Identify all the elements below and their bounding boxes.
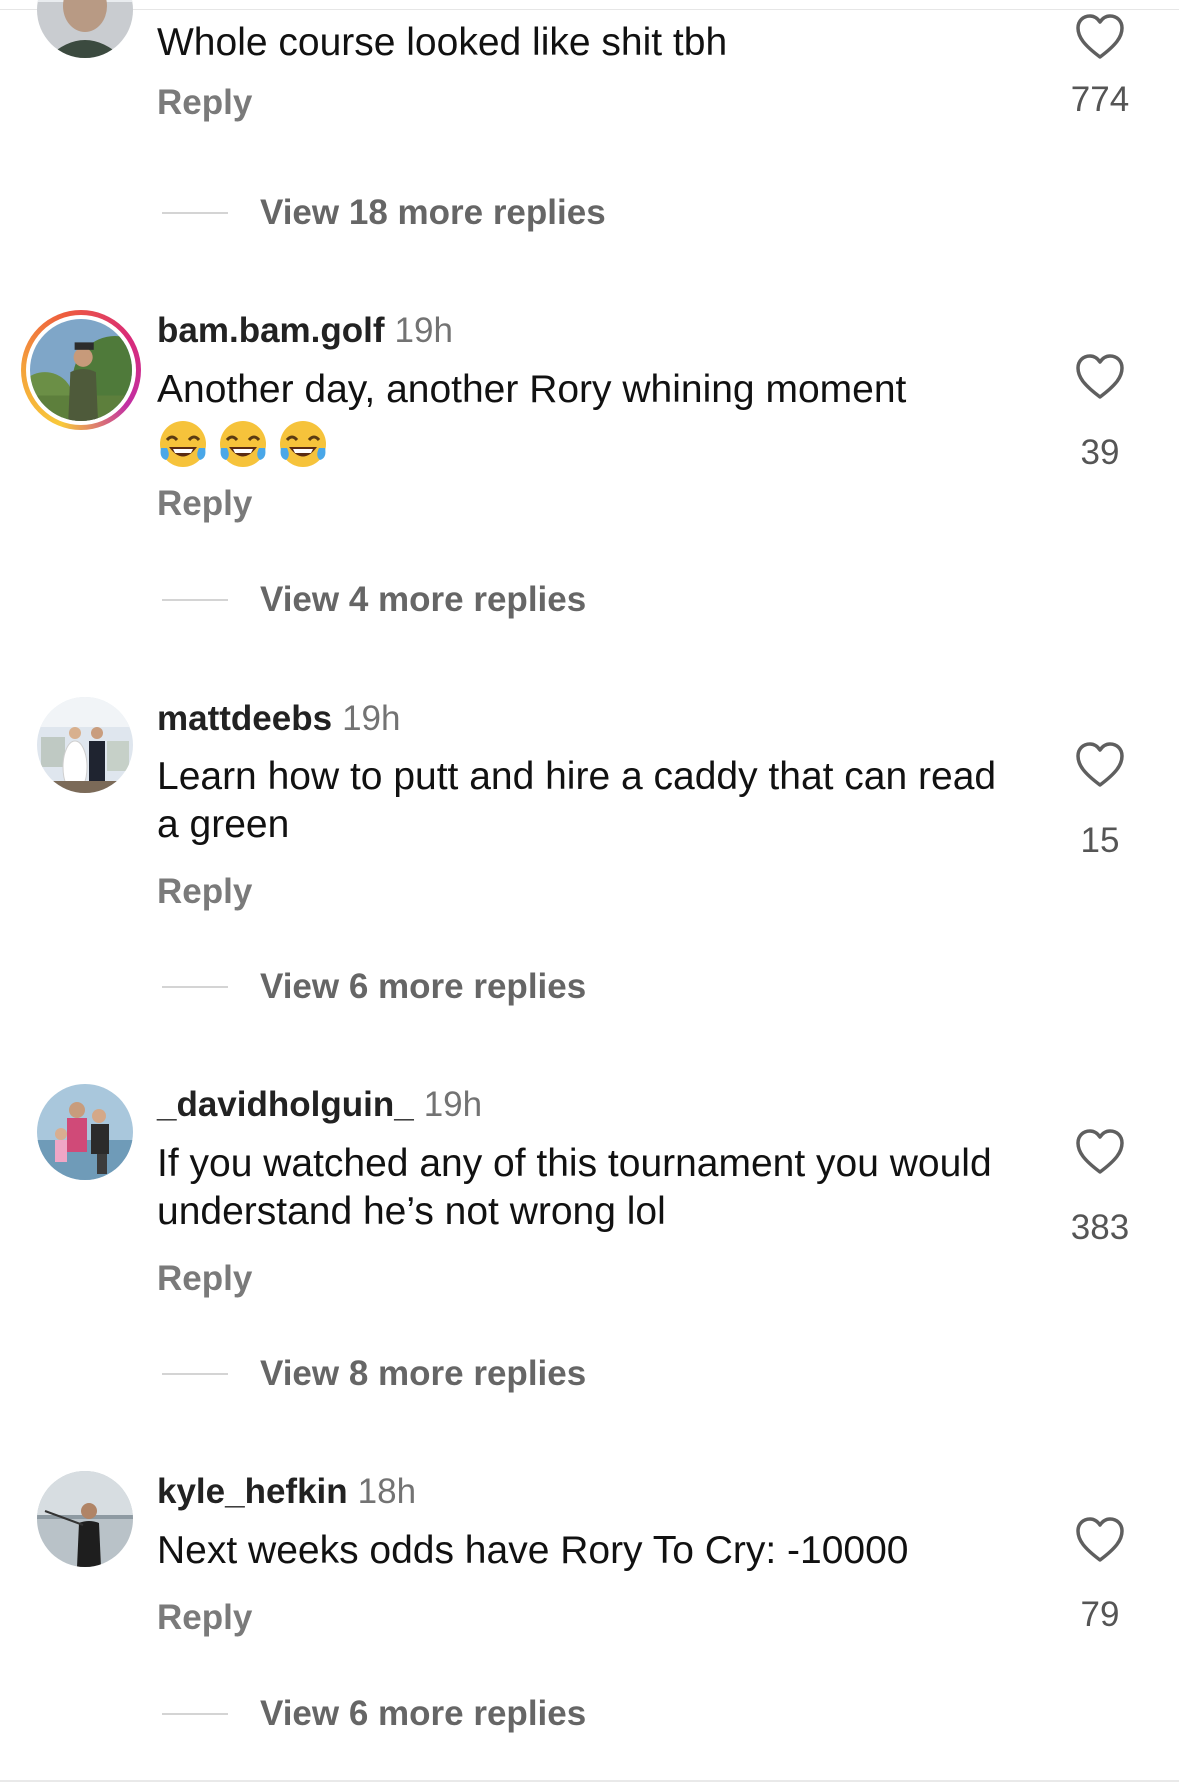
- avatar[interactable]: [37, 697, 133, 793]
- comment-text: If you watched any of this tournament yo…: [157, 1142, 992, 1233]
- reply-button[interactable]: Reply: [157, 1598, 252, 1638]
- like-count: 383: [1070, 1208, 1130, 1247]
- view-more-label: View 8 more replies: [260, 1354, 587, 1393]
- view-more-label: View 4 more replies: [260, 580, 587, 619]
- top-divider: [0, 9, 1179, 10]
- like-count: 15: [1080, 821, 1120, 860]
- reply-line: [162, 212, 228, 214]
- heart-outline-icon: [1076, 742, 1124, 787]
- reply-button[interactable]: Reply: [157, 872, 252, 912]
- like-button[interactable]: [1060, 1128, 1140, 1176]
- username-link[interactable]: mattdeebs: [157, 699, 332, 738]
- comment-text-body: Another day, another Rory whining moment: [157, 368, 907, 411]
- reply-line: [162, 1713, 228, 1715]
- timestamp: 18h: [357, 1472, 417, 1511]
- like-count: 39: [1080, 433, 1120, 472]
- like-count: 774: [1070, 80, 1130, 119]
- timestamp: 19h: [342, 699, 401, 738]
- reply-button[interactable]: Reply: [157, 1259, 252, 1299]
- heart-outline-icon: [1076, 354, 1124, 399]
- comment-text: Next weeks odds have Rory To Cry: -10000: [157, 1529, 909, 1572]
- like-button[interactable]: [1060, 353, 1140, 401]
- emoji-row: [157, 418, 1017, 470]
- story-ring[interactable]: [21, 310, 141, 430]
- view-more-label: View 6 more replies: [260, 967, 587, 1006]
- view-more-replies[interactable]: View 8 more replies: [162, 1354, 586, 1394]
- username-link[interactable]: kyle_hefkin: [157, 1472, 348, 1511]
- username-link[interactable]: _davidholguin_: [157, 1085, 414, 1124]
- like-count: 79: [1080, 1595, 1120, 1634]
- comment-header: mattdeebs 19h: [157, 699, 400, 739]
- heart-outline-icon: [1076, 1517, 1124, 1562]
- comment-text: Whole course looked like shit tbh: [157, 21, 728, 64]
- timestamp: 19h: [394, 311, 453, 350]
- laughing-tears-emoji-icon: [280, 421, 326, 467]
- view-more-replies[interactable]: View 4 more replies: [162, 580, 586, 620]
- comment-text: Another day, another Rory whining moment: [157, 366, 1017, 470]
- avatar[interactable]: [37, 0, 133, 58]
- view-more-label: View 6 more replies: [260, 1694, 587, 1733]
- laughing-tears-emoji-icon: [160, 421, 206, 467]
- reply-button[interactable]: Reply: [157, 83, 252, 123]
- avatar[interactable]: [37, 1471, 133, 1567]
- comment-header: kyle_hefkin 18h: [157, 1472, 416, 1512]
- timestamp: 19h: [423, 1085, 483, 1124]
- like-button[interactable]: [1060, 741, 1140, 789]
- avatar: [30, 319, 132, 421]
- comment-header: _davidholguin_ 19h: [157, 1085, 482, 1125]
- reply-line: [162, 986, 228, 988]
- reply-line: [162, 599, 228, 601]
- heart-outline-icon: [1076, 1129, 1124, 1174]
- avatar[interactable]: [37, 1084, 133, 1180]
- like-button[interactable]: [1060, 13, 1140, 61]
- laughing-tears-emoji-icon: [220, 421, 266, 467]
- comment-text: Learn how to putt and hire a caddy that …: [157, 755, 997, 846]
- reply-line: [162, 1373, 228, 1375]
- view-more-replies[interactable]: View 18 more replies: [162, 193, 606, 233]
- view-more-replies[interactable]: View 6 more replies: [162, 1694, 586, 1734]
- like-button[interactable]: [1060, 1516, 1140, 1564]
- view-more-label: View 18 more replies: [260, 193, 606, 232]
- bottom-divider: [0, 1780, 1179, 1782]
- heart-outline-icon: [1076, 14, 1124, 59]
- reply-button[interactable]: Reply: [157, 484, 252, 524]
- username-link[interactable]: bam.bam.golf: [157, 311, 385, 350]
- comment-header: bam.bam.golf 19h: [157, 311, 453, 351]
- view-more-replies[interactable]: View 6 more replies: [162, 967, 586, 1007]
